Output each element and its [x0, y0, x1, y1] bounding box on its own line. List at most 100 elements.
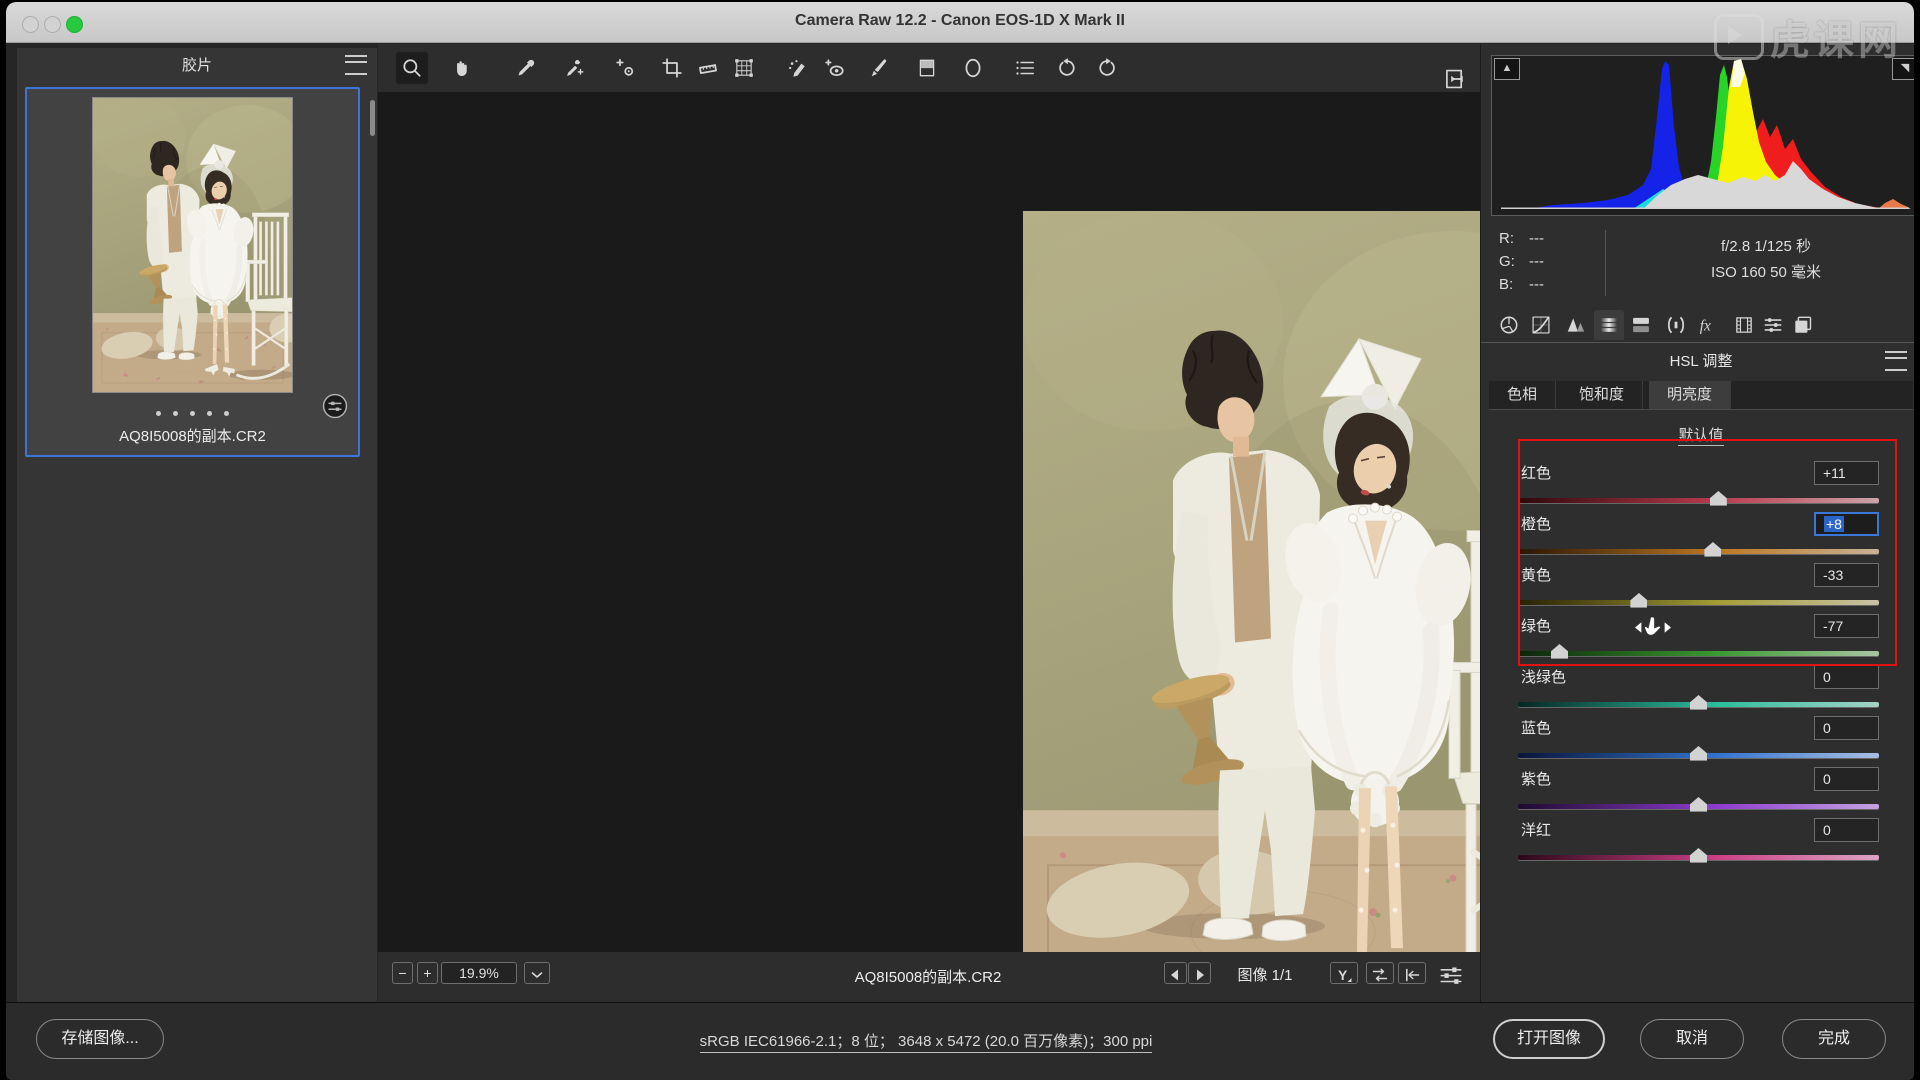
rotate-left-icon[interactable]	[1051, 52, 1083, 84]
slider-value-text: 0	[1823, 771, 1831, 787]
preferences-button-icon[interactable]	[1009, 52, 1041, 84]
basic-tab-icon[interactable]	[1494, 310, 1524, 340]
next-image-button[interactable]	[1188, 962, 1211, 984]
hsl-tab-icon[interactable]	[1594, 310, 1624, 340]
spot-removal-tool-icon[interactable]	[781, 52, 813, 84]
hand-tool-icon[interactable]	[446, 52, 478, 84]
window-title: Camera Raw 12.2 - Canon EOS-1D X Mark II	[6, 12, 1914, 30]
split-toning-tab-icon[interactable]	[1626, 310, 1656, 340]
zoom-in-button[interactable]: +	[417, 962, 438, 984]
slider-label: 绿色	[1521, 615, 1551, 636]
slider-value-field[interactable]: -77	[1814, 614, 1879, 638]
color-sampler-tool-icon[interactable]	[559, 52, 591, 84]
slider-track[interactable]	[1518, 651, 1879, 656]
hsl-slider-row: 红色 +11	[1481, 455, 1914, 506]
lens-corrections-tab-icon[interactable]	[1661, 310, 1691, 340]
highlight-clipping-icon[interactable]: ◥	[1892, 58, 1914, 80]
hsl-tab-1[interactable]: 色相	[1489, 381, 1556, 409]
rating-dot[interactable]	[224, 411, 229, 416]
zoom-level-dropdown-icon[interactable]	[524, 962, 550, 984]
adjustments-panel: ▲ ◥ R:---G:---B:--- f/2.8 1/125 秒 ISO 16…	[1480, 44, 1914, 1002]
panel-menu-icon[interactable]	[1885, 351, 1907, 371]
slider-value-field[interactable]: +11	[1814, 461, 1879, 485]
slider-label: 黄色	[1521, 564, 1551, 585]
red-eye-tool-icon[interactable]	[819, 52, 851, 84]
graduated-filter-tool-icon[interactable]	[911, 52, 943, 84]
targeted-adjustment-tool-icon[interactable]	[610, 52, 642, 84]
slider-value-field[interactable]: 0	[1814, 818, 1879, 842]
adjustment-brush-tool-icon[interactable]	[864, 52, 896, 84]
exif-aperture-shutter: f/2.8 1/125 秒	[1621, 234, 1911, 260]
hsl-tab-2[interactable]: 饱和度	[1561, 381, 1643, 409]
crop-tool-icon[interactable]	[656, 52, 688, 84]
hsl-sliders: 红色+11橙色+8黄色-33绿色-77浅绿色0蓝色0紫色0洋红0	[1481, 455, 1914, 867]
open-image-button[interactable]: 打开图像	[1493, 1019, 1605, 1059]
histogram: ▲ ◥	[1491, 55, 1914, 216]
presets-tab-icon[interactable]	[1758, 310, 1788, 340]
done-button[interactable]: 完成	[1782, 1019, 1886, 1059]
channel-label: R:	[1499, 230, 1529, 247]
hsl-tab-3[interactable]: 明亮度	[1649, 381, 1731, 409]
toggle-panels-icon[interactable]	[1443, 66, 1469, 92]
shadow-clipping-icon[interactable]: ▲	[1494, 58, 1520, 80]
zoom-level-value[interactable]: 19.9%	[441, 962, 517, 984]
cancel-button[interactable]: 取消	[1640, 1019, 1744, 1059]
swap-settings-button[interactable]	[1366, 962, 1394, 984]
transform-tool-icon[interactable]	[728, 52, 760, 84]
slider-value-text: +8	[1824, 516, 1844, 532]
previous-image-button[interactable]	[1164, 962, 1187, 984]
hsl-subtabs: 色相饱和度明亮度	[1489, 381, 1913, 410]
filmstrip-scrollbar[interactable]	[370, 100, 375, 136]
filmstrip-thumbnail[interactable]	[93, 98, 292, 392]
slider-thumb[interactable]	[1690, 797, 1707, 812]
filmstrip-item-selected[interactable]: AQ8I5008的副本.CR2	[25, 87, 360, 457]
preview-preferences-icon[interactable]	[1436, 962, 1466, 988]
detail-tab-icon[interactable]	[1561, 310, 1591, 340]
slider-value-text: 0	[1823, 669, 1831, 685]
rating-dot[interactable]	[190, 411, 195, 416]
rating-dots[interactable]	[27, 403, 358, 421]
slider-value-field[interactable]: 0	[1814, 767, 1879, 791]
slider-value-field[interactable]: 0	[1814, 716, 1879, 740]
slider-value-field[interactable]: 0	[1814, 665, 1879, 689]
copy-settings-button[interactable]	[1398, 962, 1426, 984]
slider-thumb[interactable]	[1690, 848, 1707, 863]
panel-tab-strip: fx	[1481, 306, 1914, 342]
rating-dot[interactable]	[207, 411, 212, 416]
slider-thumb[interactable]	[1690, 695, 1707, 710]
snapshots-tab-icon[interactable]	[1788, 310, 1818, 340]
hsl-slider-row: 蓝色0	[1481, 710, 1914, 761]
rating-dot[interactable]	[156, 411, 161, 416]
default-values-link[interactable]: 默认值	[1481, 424, 1914, 445]
slider-value-field[interactable]: +8	[1814, 512, 1879, 536]
preview-mode-button[interactable]: Y	[1330, 962, 1358, 984]
zoom-tool-icon[interactable]	[396, 52, 428, 84]
straighten-tool-icon[interactable]	[692, 52, 724, 84]
slider-track[interactable]	[1518, 498, 1879, 503]
preview-filename: AQ8I5008的副本.CR2	[678, 966, 1178, 987]
slider-thumb[interactable]	[1690, 746, 1707, 761]
white-balance-tool-icon[interactable]	[510, 52, 542, 84]
workflow-options-link[interactable]: sRGB IEC61966-2.1；8 位； 3648 x 5472 (20.0…	[546, 1030, 1306, 1051]
slider-thumb[interactable]	[1710, 491, 1727, 506]
slider-value-text: 0	[1823, 720, 1831, 736]
tone-curve-tab-icon[interactable]	[1526, 310, 1556, 340]
filmstrip-menu-icon[interactable]	[345, 55, 367, 75]
slider-thumb[interactable]	[1630, 593, 1647, 608]
slider-label: 橙色	[1521, 513, 1551, 534]
slider-track[interactable]	[1518, 549, 1879, 554]
effects-tab-icon[interactable]: fx	[1693, 310, 1723, 340]
camera-calibration-tab-icon[interactable]	[1729, 310, 1759, 340]
toolbar	[378, 44, 1480, 92]
title-bar: Camera Raw 12.2 - Canon EOS-1D X Mark II	[6, 2, 1914, 43]
zoom-out-button[interactable]: −	[392, 962, 413, 984]
slider-track[interactable]	[1518, 600, 1879, 605]
slider-label: 红色	[1521, 462, 1551, 483]
radial-filter-tool-icon[interactable]	[957, 52, 989, 84]
slider-thumb[interactable]	[1551, 644, 1568, 659]
slider-thumb[interactable]	[1704, 542, 1721, 557]
rating-dot[interactable]	[173, 411, 178, 416]
slider-value-field[interactable]: -33	[1814, 563, 1879, 587]
rotate-right-icon[interactable]	[1091, 52, 1123, 84]
save-image-button[interactable]: 存储图像...	[36, 1019, 164, 1059]
